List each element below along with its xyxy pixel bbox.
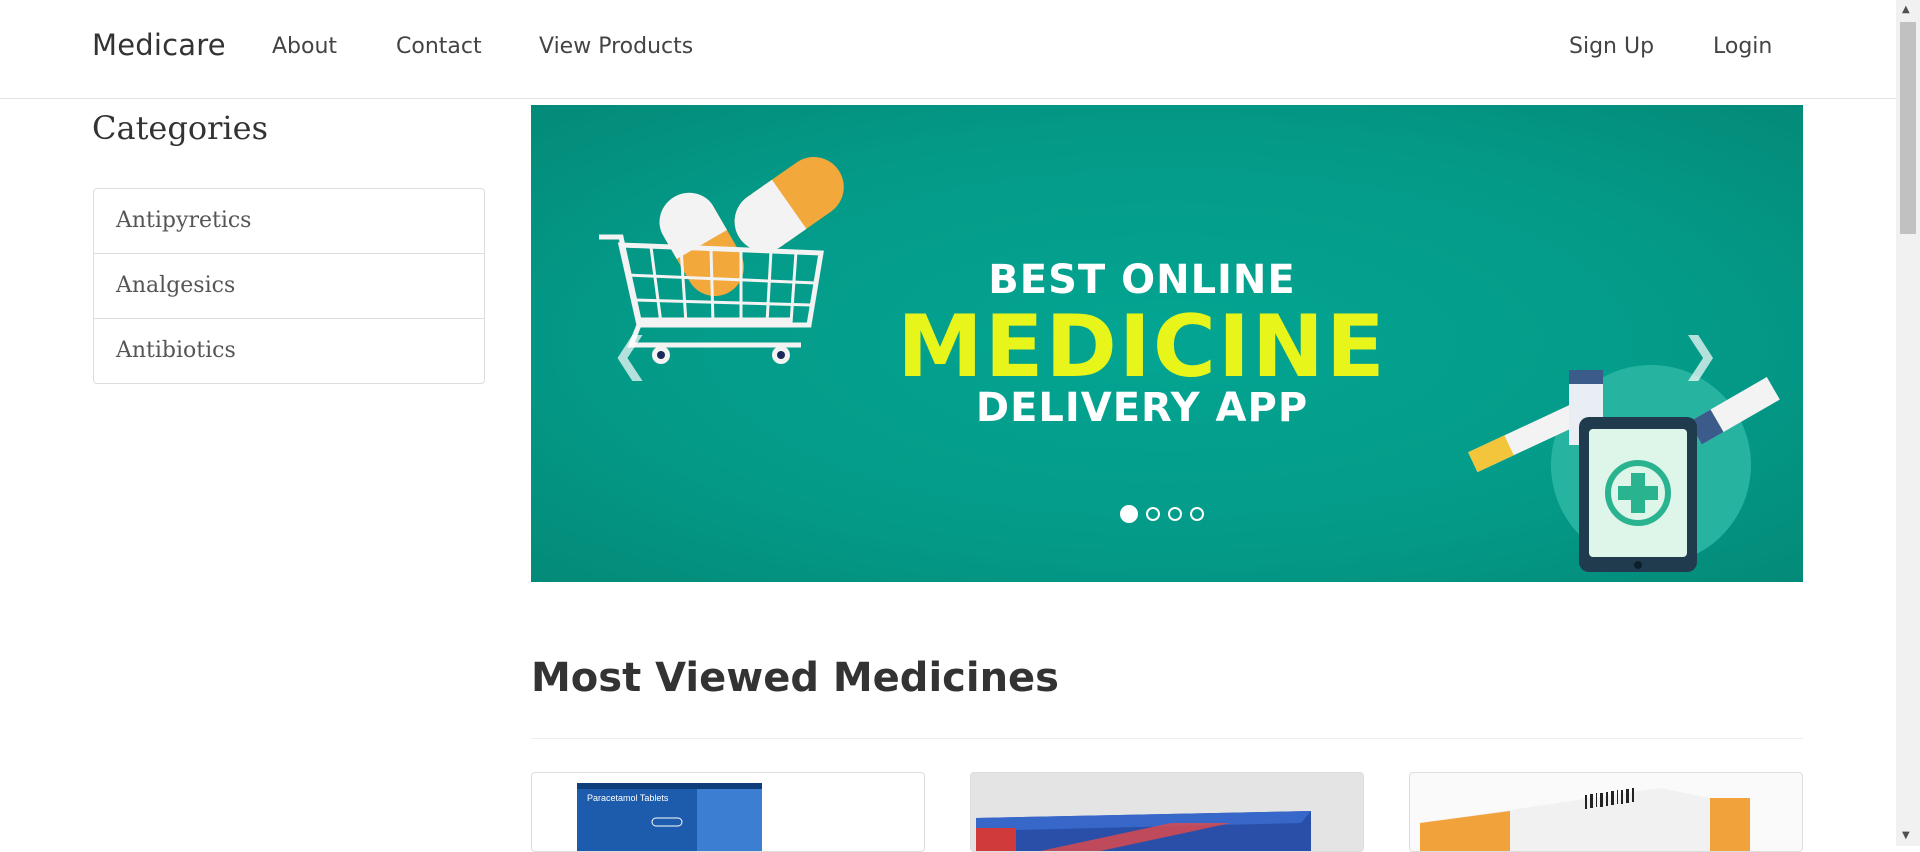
carousel-next-chevron-icon[interactable]: ❯	[1681, 327, 1720, 381]
section-divider	[531, 738, 1803, 739]
product-image: Paracetamol Tablets	[577, 783, 762, 851]
category-item-analgesics[interactable]: Analgesics	[94, 254, 484, 319]
carousel-indicator-3[interactable]	[1168, 507, 1182, 521]
category-item-antibiotics[interactable]: Antibiotics	[94, 319, 484, 383]
product-card-1[interactable]: Paracetamol Tablets	[531, 772, 925, 852]
carousel-indicator-1[interactable]	[1120, 505, 1138, 523]
most-viewed-heading: Most Viewed Medicines	[531, 655, 1059, 701]
scroll-up-arrow-icon[interactable]: ▲	[1902, 4, 1910, 15]
hero-carousel: BEST ONLINE MEDICINE DELIVERY APP ❮ ❯	[531, 105, 1803, 582]
scroll-down-arrow-icon[interactable]: ▼	[1902, 830, 1910, 841]
categories-list: Antipyretics Analgesics Antibiotics	[93, 188, 485, 384]
brand-logo[interactable]: Medicare	[92, 28, 226, 62]
category-item-antipyretics[interactable]: Antipyretics	[94, 189, 484, 254]
carousel-indicator-4[interactable]	[1190, 507, 1204, 521]
carousel-prev-chevron-icon[interactable]: ❮	[611, 327, 650, 381]
nav-view-products-link[interactable]: View Products	[539, 34, 693, 59]
product-box-label: Paracetamol Tablets	[587, 793, 669, 803]
nav-login-link[interactable]: Login	[1713, 34, 1772, 59]
nav-signup-link[interactable]: Sign Up	[1569, 34, 1654, 59]
product-image	[1420, 788, 1750, 851]
categories-heading: Categories	[92, 109, 268, 147]
product-card-2[interactable]	[970, 772, 1364, 852]
carousel-indicator-2[interactable]	[1146, 507, 1160, 521]
product-image	[976, 811, 1311, 851]
carousel-indicators	[1120, 505, 1204, 523]
top-navbar: Medicare About Contact View Products Sig…	[0, 0, 1896, 99]
scrollbar-thumb[interactable]	[1900, 22, 1916, 234]
nav-about-link[interactable]: About	[272, 34, 337, 59]
product-card-3[interactable]	[1409, 772, 1803, 852]
phone-medicine-illustration	[1468, 365, 1780, 572]
nav-contact-link[interactable]: Contact	[396, 34, 482, 59]
page-scrollbar[interactable]: ▲ ▼	[1896, 0, 1920, 846]
